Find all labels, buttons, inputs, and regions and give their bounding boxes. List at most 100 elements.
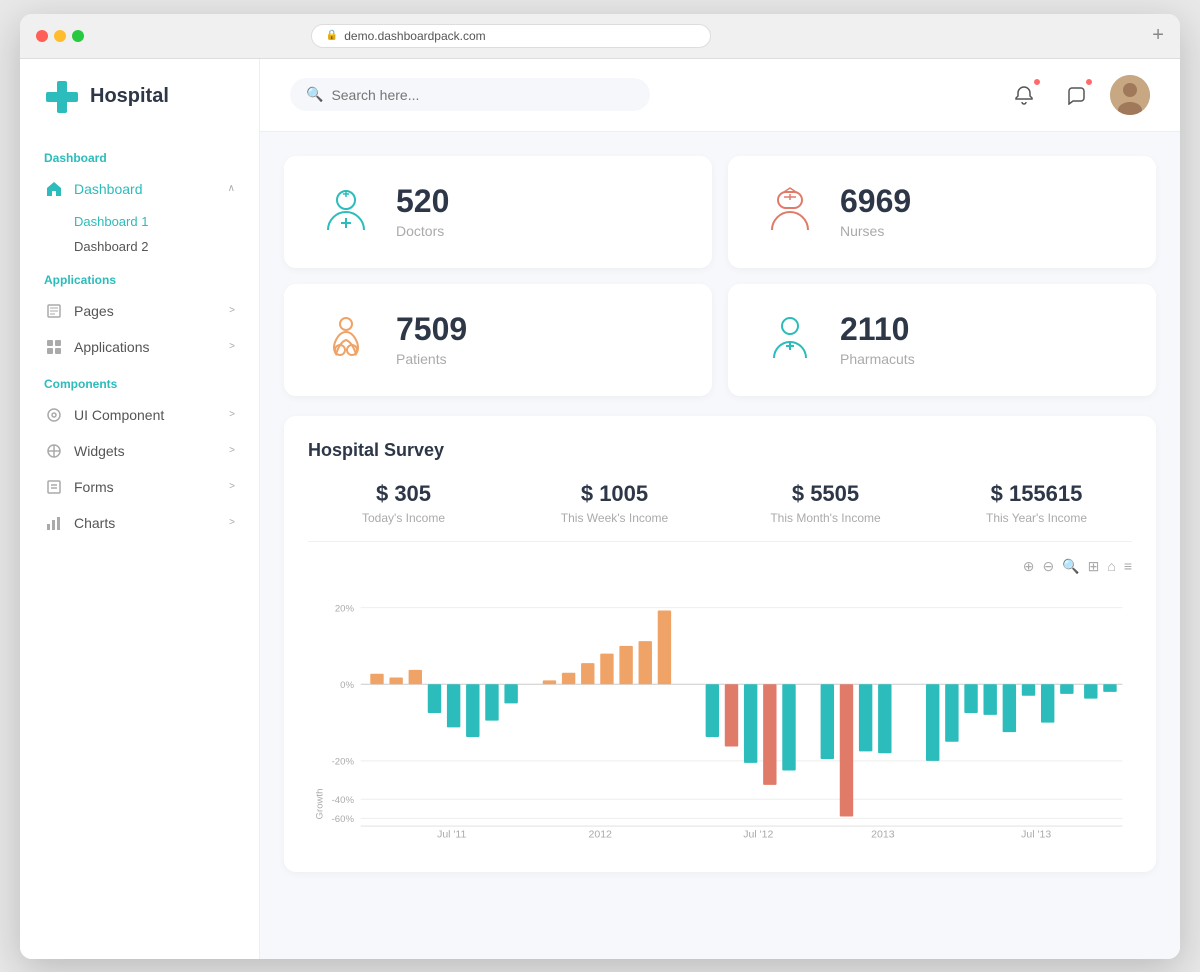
income-stat-month: $ 5505 This Month's Income bbox=[730, 481, 921, 525]
nurse-icon bbox=[760, 184, 820, 240]
stat-card-patients: 7509 Patients bbox=[284, 284, 712, 396]
nurses-label: Nurses bbox=[840, 223, 911, 239]
week-income-value: $ 1005 bbox=[519, 481, 710, 507]
sidebar-sub-dashboard: Dashboard 1 Dashboard 2 bbox=[20, 207, 259, 261]
doctor-icon bbox=[316, 184, 376, 240]
header-right bbox=[1006, 75, 1150, 115]
sidebar-item-ui-component[interactable]: UI Component bbox=[20, 397, 259, 433]
logo-area: Hospital bbox=[20, 79, 259, 139]
month-income-label: This Month's Income bbox=[730, 511, 921, 525]
chevron-right-icon6 bbox=[229, 517, 235, 528]
sidebar-item-charts[interactable]: Charts bbox=[20, 505, 259, 541]
pages-icon bbox=[44, 301, 64, 321]
new-tab-button[interactable]: + bbox=[1152, 24, 1164, 47]
stat-card-doctors: 520 Doctors bbox=[284, 156, 712, 268]
widgets-icon bbox=[44, 441, 64, 461]
sidebar-item-forms[interactable]: Forms bbox=[20, 469, 259, 505]
lock-icon: 🔒 bbox=[326, 30, 338, 41]
pharmacuts-count: 2110 bbox=[840, 312, 915, 347]
sidebar-item-pages-label: Pages bbox=[74, 303, 229, 319]
download-icon[interactable]: ⊞ bbox=[1088, 558, 1100, 575]
month-income-value: $ 5505 bbox=[730, 481, 921, 507]
notification-badge bbox=[1032, 77, 1042, 87]
sidebar-subitem-dashboard2[interactable]: Dashboard 2 bbox=[20, 234, 259, 259]
chevron-up-icon bbox=[228, 183, 235, 194]
patient-icon bbox=[316, 312, 376, 368]
week-income-label: This Week's Income bbox=[519, 511, 710, 525]
pharmacuts-label: Pharmacuts bbox=[840, 351, 915, 367]
stats-grid: 520 Doctors bbox=[284, 156, 1156, 396]
today-income-value: $ 305 bbox=[308, 481, 499, 507]
sidebar-item-widgets-label: Widgets bbox=[74, 443, 229, 459]
svg-text:Jul '11: Jul '11 bbox=[437, 828, 466, 840]
sidebar-item-applications[interactable]: Applications bbox=[20, 329, 259, 365]
sidebar-item-widgets[interactable]: Widgets bbox=[20, 433, 259, 469]
bell-icon bbox=[1014, 85, 1034, 105]
zoom-out-icon[interactable]: ⊖ bbox=[1042, 558, 1054, 575]
url-text: demo.dashboardpack.com bbox=[344, 29, 485, 43]
forms-icon bbox=[44, 477, 64, 497]
chart-container: Growth 20% 0% -20% bbox=[308, 583, 1132, 848]
svg-text:Growth: Growth bbox=[314, 788, 325, 819]
chat-button[interactable] bbox=[1058, 77, 1094, 113]
svg-text:20%: 20% bbox=[335, 603, 355, 614]
stat-info-nurses: 6969 Nurses bbox=[840, 184, 911, 239]
traffic-lights bbox=[36, 30, 84, 42]
app-layout: Hospital Dashboard Dashboard Dashboard 1… bbox=[20, 59, 1180, 959]
search-icon: 🔍 bbox=[306, 86, 323, 103]
year-income-label: This Year's Income bbox=[941, 511, 1132, 525]
sidebar-section-components: Components bbox=[20, 365, 259, 397]
sidebar: Hospital Dashboard Dashboard Dashboard 1… bbox=[20, 59, 260, 959]
sidebar-item-dashboard[interactable]: Dashboard bbox=[20, 171, 259, 207]
chevron-right-icon bbox=[229, 305, 235, 316]
svg-text:-20%: -20% bbox=[332, 756, 355, 767]
stat-card-pharmacuts: 2110 Pharmacuts bbox=[728, 284, 1156, 396]
minimize-button[interactable] bbox=[54, 30, 66, 42]
chat-icon bbox=[1066, 85, 1086, 105]
browser-chrome: 🔒 demo.dashboardpack.com + bbox=[20, 14, 1180, 59]
sidebar-item-pages[interactable]: Pages bbox=[20, 293, 259, 329]
survey-title: Hospital Survey bbox=[308, 440, 1132, 461]
sidebar-section-applications: Applications bbox=[20, 261, 259, 293]
url-bar[interactable]: 🔒 demo.dashboardpack.com bbox=[311, 24, 711, 48]
home-icon bbox=[44, 179, 64, 199]
sidebar-subitem-dashboard1[interactable]: Dashboard 1 bbox=[20, 209, 259, 234]
doctors-label: Doctors bbox=[396, 223, 449, 239]
hospital-cross-icon bbox=[44, 79, 80, 115]
year-income-value: $ 155615 bbox=[941, 481, 1132, 507]
search-box[interactable]: 🔍 bbox=[290, 78, 650, 111]
chevron-right-icon5 bbox=[229, 481, 235, 492]
svg-text:-40%: -40% bbox=[332, 795, 355, 806]
menu-icon[interactable]: ≡ bbox=[1124, 558, 1132, 575]
doctors-count: 520 bbox=[396, 184, 449, 219]
sidebar-item-dashboard-label: Dashboard bbox=[74, 181, 228, 197]
home-chart-icon[interactable]: ⌂ bbox=[1107, 558, 1115, 575]
bar-chart-svg: Growth 20% 0% -20% bbox=[308, 583, 1132, 843]
logo-text: Hospital bbox=[90, 85, 169, 108]
zoom-reset-icon[interactable]: 🔍 bbox=[1062, 558, 1079, 575]
browser-window: 🔒 demo.dashboardpack.com + Hospital Dash… bbox=[20, 14, 1180, 959]
zoom-in-icon[interactable]: ⊕ bbox=[1023, 558, 1035, 575]
sidebar-item-ui-label: UI Component bbox=[74, 407, 229, 423]
close-button[interactable] bbox=[36, 30, 48, 42]
user-avatar[interactable] bbox=[1110, 75, 1150, 115]
header: 🔍 bbox=[260, 59, 1180, 132]
stat-info-pharmacuts: 2110 Pharmacuts bbox=[840, 312, 915, 367]
notification-button[interactable] bbox=[1006, 77, 1042, 113]
sidebar-section-dashboard: Dashboard bbox=[20, 139, 259, 171]
chevron-right-icon2 bbox=[229, 341, 235, 352]
pharmacist-icon bbox=[760, 312, 820, 368]
content-area: 520 Doctors bbox=[260, 132, 1180, 959]
ui-icon bbox=[44, 405, 64, 425]
patients-label: Patients bbox=[396, 351, 467, 367]
sidebar-item-forms-label: Forms bbox=[74, 479, 229, 495]
income-stat-week: $ 1005 This Week's Income bbox=[519, 481, 710, 525]
search-input[interactable] bbox=[331, 87, 634, 103]
survey-section: Hospital Survey $ 305 Today's Income $ 1… bbox=[284, 416, 1156, 872]
sidebar-item-applications-label: Applications bbox=[74, 339, 229, 355]
fullscreen-button[interactable] bbox=[72, 30, 84, 42]
avatar-image bbox=[1110, 75, 1150, 115]
chat-badge bbox=[1084, 77, 1094, 87]
stat-card-nurses: 6969 Nurses bbox=[728, 156, 1156, 268]
svg-text:Jul '12: Jul '12 bbox=[743, 828, 773, 840]
